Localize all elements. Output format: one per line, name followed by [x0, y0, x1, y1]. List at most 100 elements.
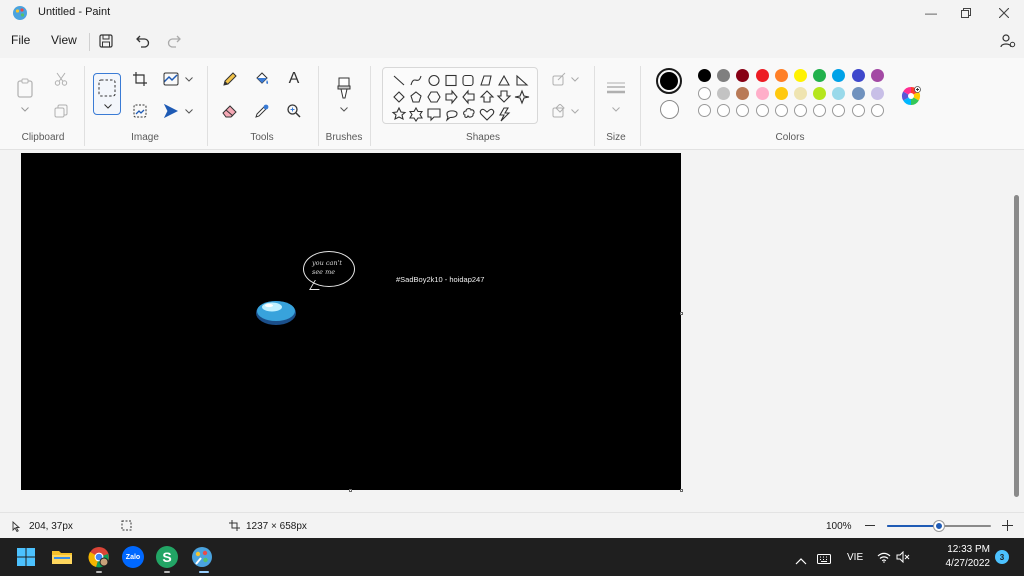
select-button[interactable]: [93, 73, 121, 115]
redo-button[interactable]: [163, 30, 185, 52]
paste-dropdown[interactable]: [14, 98, 36, 120]
paint-taskbar-button[interactable]: [190, 545, 214, 569]
custom-color-slot[interactable]: [698, 104, 711, 117]
custom-color-slot[interactable]: [774, 104, 788, 117]
pencil-button[interactable]: [219, 68, 241, 90]
zoom-slider-thumb[interactable]: [934, 521, 944, 531]
custom-color-slot[interactable]: [794, 104, 807, 117]
paint-app-icon: [13, 6, 27, 20]
account-button[interactable]: [997, 30, 1019, 52]
custom-color-slot[interactable]: [813, 104, 827, 117]
clock-time[interactable]: 12:33 PM: [942, 544, 990, 555]
notification-badge[interactable]: 3: [995, 550, 1009, 564]
palette-color-swatch[interactable]: [794, 86, 807, 100]
palette-color-swatch[interactable]: [813, 86, 827, 100]
credit-text: #SadBoy2k10 - hoidap247: [396, 275, 485, 284]
image-select-button[interactable]: [129, 100, 151, 122]
palette-color-swatch[interactable]: [794, 69, 807, 82]
eraser-button[interactable]: [219, 100, 241, 122]
custom-color-slot[interactable]: [755, 104, 769, 117]
fill-button[interactable]: [251, 68, 273, 90]
file-explorer-button[interactable]: [50, 545, 74, 569]
cursor-icon: [12, 521, 21, 532]
custom-color-slot[interactable]: [870, 104, 884, 117]
volume-button[interactable]: [896, 550, 910, 564]
group-separator: [640, 66, 641, 146]
brushes-dropdown[interactable]: [333, 98, 355, 120]
minimize-button[interactable]: —: [911, 0, 951, 26]
start-icon: [17, 548, 35, 566]
magnifier-icon: [287, 104, 301, 118]
restore-button[interactable]: [946, 0, 986, 26]
magnifier-button[interactable]: [283, 100, 305, 122]
diamond-shape-icon: [393, 91, 405, 103]
undo-icon: [136, 35, 150, 48]
color-picker-button[interactable]: [251, 100, 273, 122]
canvas-resize-handle-bottom[interactable]: [349, 489, 352, 492]
shape-outline-dropdown[interactable]: [564, 68, 586, 90]
primary-color-button[interactable]: [656, 68, 682, 94]
brushes-button[interactable]: [333, 77, 355, 99]
menu-separator: [89, 33, 90, 51]
palette-color-swatch[interactable]: [870, 69, 884, 82]
file-menu[interactable]: File: [11, 33, 30, 47]
palette-color-swatch[interactable]: [698, 69, 711, 82]
palette-color-swatch[interactable]: [717, 86, 731, 100]
zalo-button[interactable]: Zalo: [121, 545, 145, 569]
size-button[interactable]: [605, 77, 627, 99]
copy-button[interactable]: [50, 100, 72, 122]
zoom-in-button[interactable]: [1002, 520, 1013, 531]
chrome-button[interactable]: [87, 545, 111, 569]
status-bar: 204, 37px 1237 × 658px 100%: [0, 512, 1024, 538]
palette-color-swatch[interactable]: [717, 69, 731, 82]
clock-date[interactable]: 4/27/2022: [936, 558, 991, 569]
save-button[interactable]: [95, 30, 117, 52]
crop-button[interactable]: [129, 68, 151, 90]
custom-color-slot[interactable]: [832, 104, 846, 117]
edit-colors-button[interactable]: [901, 86, 921, 106]
undo-button[interactable]: [132, 30, 154, 52]
input-language[interactable]: VIE: [847, 552, 863, 563]
palette-color-swatch[interactable]: [774, 86, 788, 100]
show-hidden-icons-button[interactable]: [795, 552, 807, 565]
network-button[interactable]: [877, 550, 891, 563]
canvas-resize-handle-right[interactable]: [680, 312, 683, 315]
paste-button[interactable]: [14, 77, 36, 99]
text-button[interactable]: A: [283, 68, 305, 90]
close-button[interactable]: [984, 0, 1024, 26]
view-menu[interactable]: View: [51, 33, 77, 47]
palette-color-swatch[interactable]: [755, 69, 769, 82]
custom-color-slot[interactable]: [736, 104, 750, 117]
zoom-out-button[interactable]: [865, 525, 875, 526]
start-button[interactable]: [14, 545, 38, 569]
palette-color-swatch[interactable]: [851, 86, 865, 100]
palette-color-swatch[interactable]: [755, 86, 769, 100]
rotate-dropdown[interactable]: [178, 100, 200, 122]
skype-button[interactable]: S: [155, 545, 179, 569]
canvas-resize-handle-corner[interactable]: [680, 489, 683, 492]
secondary-color-button[interactable]: [660, 100, 679, 119]
zoom-slider-track[interactable]: [887, 521, 991, 531]
palette-color-swatch[interactable]: [870, 86, 884, 100]
palette-color-swatch[interactable]: [832, 86, 846, 100]
cut-button[interactable]: [50, 68, 72, 90]
chevron-up-icon: [795, 558, 807, 565]
palette-color-swatch[interactable]: [832, 69, 846, 82]
palette-color-swatch[interactable]: [813, 69, 827, 82]
custom-color-slot[interactable]: [851, 104, 865, 117]
keyboard-button[interactable]: [817, 551, 831, 564]
palette-color-swatch[interactable]: [736, 69, 750, 82]
cloud-callout-shape-icon: [463, 108, 475, 118]
size-dropdown[interactable]: [605, 98, 627, 120]
palette-color-swatch[interactable]: [736, 86, 750, 100]
vertical-scrollbar[interactable]: [1014, 195, 1019, 497]
drawing-canvas[interactable]: you can't see me #SadBoy2k10 - hoidap247: [21, 153, 681, 490]
palette-color-swatch[interactable]: [774, 69, 788, 82]
palette-color-swatch[interactable]: [698, 86, 711, 100]
file-explorer-icon: [52, 551, 72, 564]
palette-color-swatch[interactable]: [851, 69, 865, 82]
custom-color-slot[interactable]: [717, 104, 731, 117]
resize-dropdown[interactable]: [178, 68, 200, 90]
resize-icon: [163, 72, 179, 86]
shape-fill-dropdown[interactable]: [564, 100, 586, 122]
